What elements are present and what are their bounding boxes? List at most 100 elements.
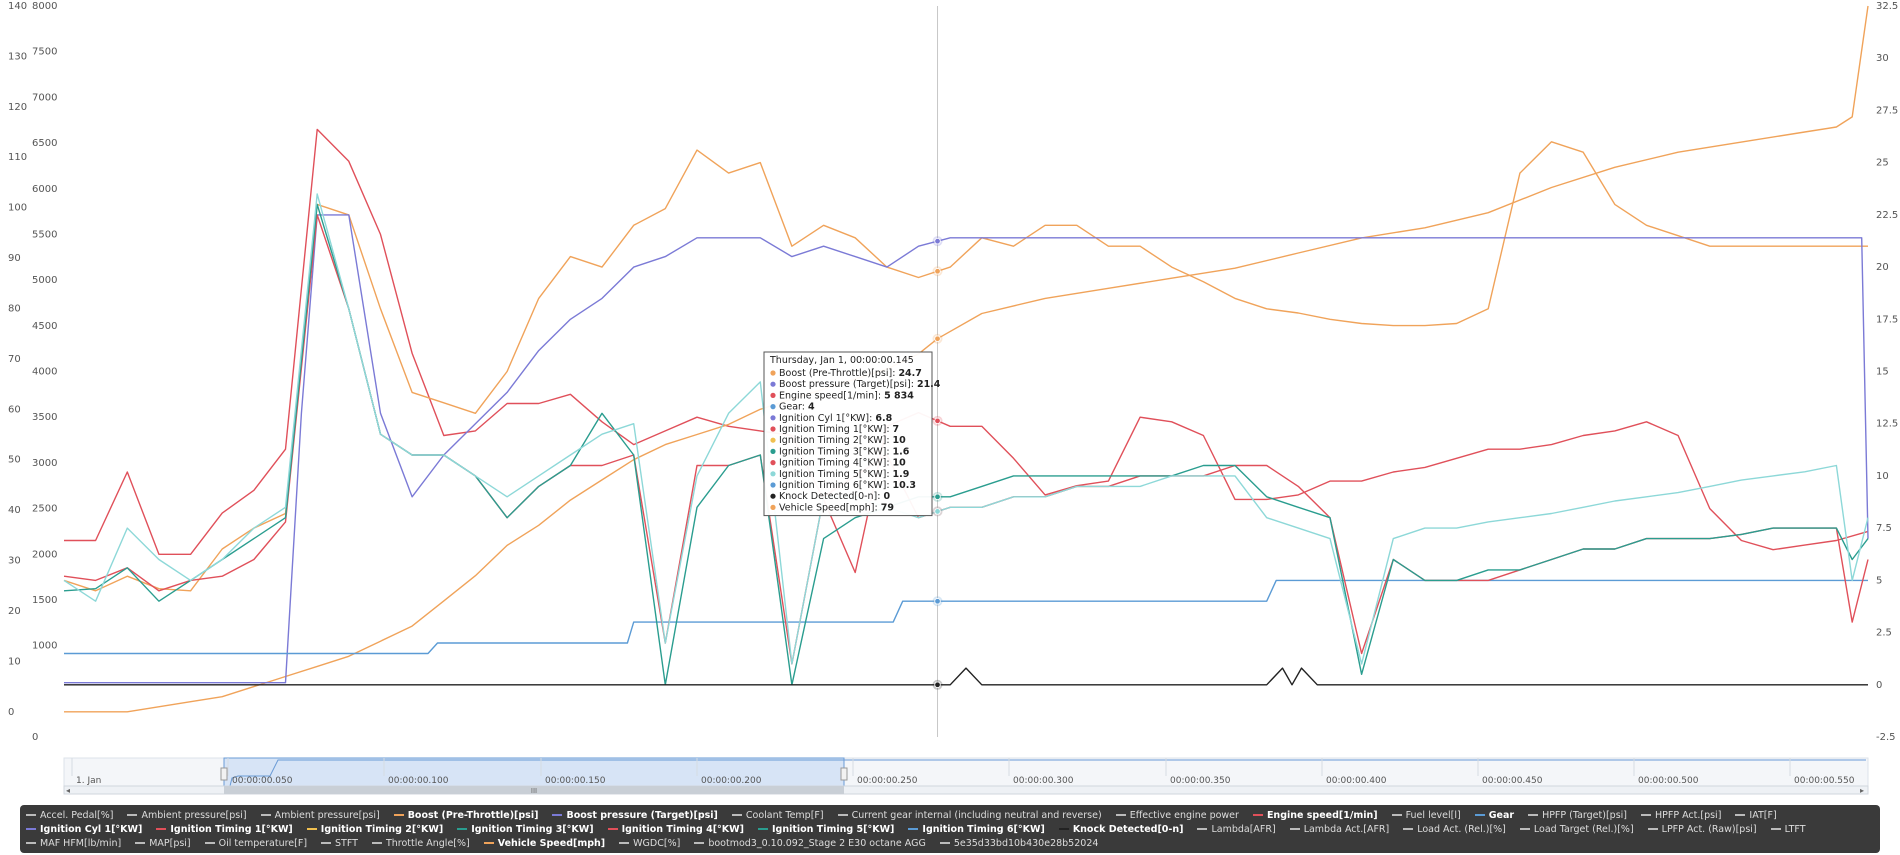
- navigator[interactable]: III ◂ ▸: [63, 757, 1869, 795]
- y-tick-label: 4500: [32, 321, 57, 332]
- legend-label: Load Act. (Rel.)[%]: [1417, 823, 1506, 835]
- x-tick-label: 1. Jan: [76, 776, 101, 786]
- x-tick-label: 00:00:00.200: [701, 776, 762, 786]
- legend-item[interactable]: MAF HFM[lb/min]: [26, 836, 121, 850]
- series-line: [64, 5, 1869, 713]
- y-tick-label: 6500: [32, 138, 57, 149]
- legend-item[interactable]: Ignition Timing 5[°KW]: [758, 822, 894, 836]
- legend-item[interactable]: Ignition Timing 1[°KW]: [156, 822, 293, 836]
- legend-item[interactable]: Ignition Timing 4[°KW]: [607, 822, 744, 836]
- tooltip-dot: [770, 493, 776, 499]
- y-tick-label: 0: [32, 732, 38, 743]
- legend-label: Boost pressure (Target)[psi]: [566, 809, 718, 821]
- legend-item[interactable]: Ignition Cyl 1[°KW]: [26, 822, 142, 836]
- legend-item[interactable]: STFT: [321, 836, 358, 850]
- legend-swatch: [1058, 828, 1069, 830]
- legend-item[interactable]: 5e35d33bd10b430e28b52024: [939, 836, 1098, 850]
- legend-item[interactable]: Load Act. (Rel.)[%]: [1403, 822, 1506, 836]
- chart[interactable]: 1401301201101009080706050403020100 80007…: [0, 0, 1900, 805]
- tooltip-row: Boost (Pre-Throttle)[psi]: 24.7: [779, 368, 922, 379]
- legend-label: LTFT: [1784, 823, 1806, 835]
- legend-swatch: [371, 842, 382, 844]
- legend-item[interactable]: Boost pressure (Target)[psi]: [552, 808, 718, 822]
- legend-label: Fuel level[l]: [1405, 809, 1461, 821]
- y-tick-label: 130: [8, 51, 27, 62]
- legend-label: Ambient pressure[psi]: [141, 809, 247, 821]
- legend-item[interactable]: Accel. Pedal[%]: [26, 808, 113, 822]
- tooltip-row: Ignition Timing 2[°KW]: 10: [779, 435, 906, 446]
- y-tick-label: 7000: [32, 92, 57, 103]
- tooltip-dot: [770, 504, 776, 510]
- tooltip-dot: [770, 426, 776, 432]
- legend-item[interactable]: Ignition Timing 3[°KW]: [457, 822, 594, 836]
- tooltip-row: Ignition Timing 4[°KW]: 10: [779, 458, 906, 469]
- legend-swatch: [260, 814, 271, 816]
- y-tick-label: 3000: [32, 458, 57, 469]
- y-tick-label: 5000: [32, 275, 57, 286]
- legend-item[interactable]: Vehicle Speed[mph]: [483, 836, 605, 850]
- legend-item[interactable]: HPFP (Target)[psi]: [1528, 808, 1627, 822]
- legend-swatch: [1197, 828, 1208, 830]
- legend-item[interactable]: Fuel level[l]: [1391, 808, 1461, 822]
- legend-item[interactable]: Gear: [1474, 808, 1514, 822]
- legend-label: Current gear internal (including neutral…: [851, 809, 1102, 821]
- legend-item[interactable]: Ignition Timing 6[°KW]: [908, 822, 1045, 836]
- legend-item[interactable]: Effective engine power: [1115, 808, 1239, 822]
- legend-item[interactable]: Ignition Timing 2[°KW]: [306, 822, 443, 836]
- legend-item[interactable]: HPFP Act.[psi]: [1640, 808, 1721, 822]
- tooltip-dot: [770, 415, 776, 421]
- navigator-handle-left: [220, 767, 228, 781]
- legend-swatch: [1528, 814, 1539, 816]
- legend-item[interactable]: MAP[psi]: [135, 836, 191, 850]
- legend-swatch: [26, 814, 36, 816]
- tooltip: Thursday, Jan 1, 00:00:00.145 Boost (Pre-…: [763, 351, 941, 517]
- y-tick-label: 0: [1876, 680, 1882, 691]
- tooltip-dot: [770, 381, 776, 387]
- series-line: [64, 214, 1869, 684]
- legend-swatch: [393, 814, 404, 816]
- legend-item[interactable]: Ambient pressure[psi]: [260, 808, 380, 822]
- legend-item[interactable]: Knock Detected[0-n]: [1058, 822, 1183, 836]
- legend-swatch: [1770, 828, 1781, 830]
- legend-item[interactable]: Throttle Angle[%]: [371, 836, 470, 850]
- x-tick-label: 00:00:00.500: [1638, 776, 1699, 786]
- legend-item[interactable]: IAT[F]: [1735, 808, 1777, 822]
- legend-item[interactable]: Ambient pressure[psi]: [127, 808, 247, 822]
- legend-item[interactable]: Load Target (Rel.)[%]: [1519, 822, 1634, 836]
- legend-item[interactable]: Lambda Act.[AFR]: [1289, 822, 1390, 836]
- y-tick-label: 50: [8, 455, 21, 466]
- tooltip-row: Boost pressure (Target)[psi]: 21.4: [779, 379, 941, 390]
- legend-item[interactable]: WGDC[%]: [619, 836, 680, 850]
- legend-swatch: [457, 828, 468, 830]
- legend-item[interactable]: Boost (Pre-Throttle)[psi]: [393, 808, 538, 822]
- legend-label: Lambda[AFR]: [1211, 823, 1276, 835]
- legend-label: LPFP Act. (Raw)[psi]: [1661, 823, 1757, 835]
- legend-swatch: [619, 842, 630, 844]
- legend-label: Lambda Act.[AFR]: [1303, 823, 1390, 835]
- legend-swatch: [1735, 814, 1746, 816]
- y-tick-label: 5: [1876, 575, 1882, 586]
- legend-item[interactable]: Engine speed[1/min]: [1252, 808, 1378, 822]
- legend-item[interactable]: Oil temperature[F]: [204, 836, 307, 850]
- legend-label: Accel. Pedal[%]: [40, 809, 114, 821]
- tooltip-dot: [770, 404, 776, 410]
- legend-item[interactable]: LPFP Act. (Raw)[psi]: [1647, 822, 1757, 836]
- y-axis-right: 32.5 30 27.5 25 22.5 20 17.5 15 12.5 10 7.5 5 2.5 0 -2…: [1876, 1, 1898, 743]
- legend-label: WGDC[%]: [633, 837, 681, 849]
- legend-item[interactable]: Lambda[AFR]: [1197, 822, 1276, 836]
- tooltip-row: Vehicle Speed[mph]: 79: [779, 502, 894, 513]
- x-tick-label: 00:00:00.100: [388, 776, 449, 786]
- x-tick-label: 00:00:00.150: [545, 776, 606, 786]
- series-line: [63, 203, 1869, 686]
- x-tick-label: 00:00:00.300: [1013, 776, 1074, 786]
- legend-item[interactable]: Coolant Temp[F]: [731, 808, 824, 822]
- legend-label: Load Target (Rel.)[%]: [1533, 823, 1634, 835]
- x-tick-label: 00:00:00.350: [1170, 776, 1231, 786]
- scroll-left-arrow: ◂: [66, 786, 70, 795]
- legend-item[interactable]: LTFT: [1770, 822, 1806, 836]
- legend-item[interactable]: bootmod3_0.10.092_Stage 2 E30 octane AGG: [694, 836, 926, 850]
- legend-item[interactable]: Current gear internal (including neutral…: [837, 808, 1102, 822]
- y-tick-label: 8000: [32, 1, 57, 12]
- legend-label: IAT[F]: [1749, 809, 1777, 821]
- y-tick-label: 3500: [32, 412, 57, 423]
